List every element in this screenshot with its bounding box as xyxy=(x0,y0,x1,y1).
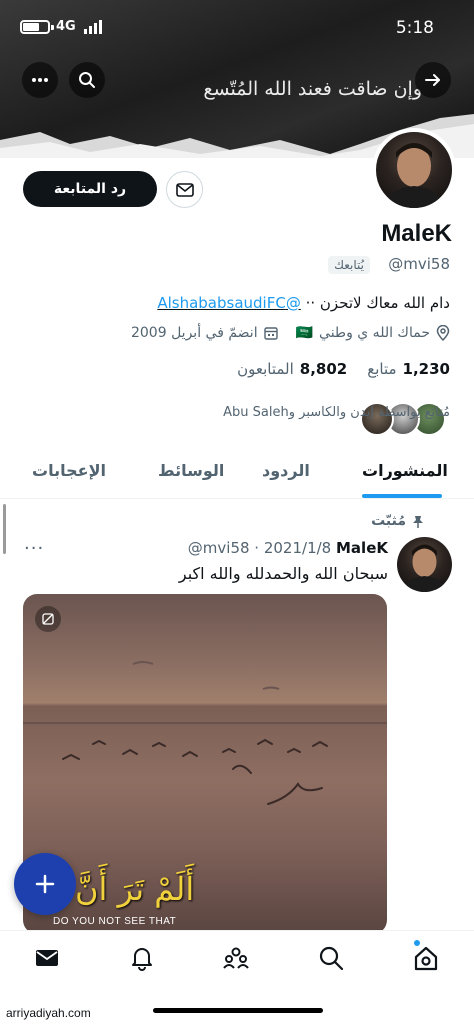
arrow-right-icon xyxy=(425,74,440,86)
follow-counts: 1,230 متابع 8,802 المتابعون xyxy=(237,360,450,378)
communities-nav-icon[interactable] xyxy=(222,944,250,972)
profile-avatar[interactable] xyxy=(372,128,456,212)
follow-back-button[interactable]: رد المتابعة xyxy=(23,171,157,207)
location-pin-icon xyxy=(436,325,450,341)
media-toggle-icon[interactable] xyxy=(35,606,61,632)
more-horizontal-icon xyxy=(32,78,48,82)
following-label[interactable]: متابع xyxy=(367,360,396,378)
back-button[interactable] xyxy=(415,62,451,98)
followers-label[interactable]: المتابعون xyxy=(237,360,294,378)
post-author-avatar[interactable] xyxy=(397,537,452,592)
post-avatar-portrait xyxy=(402,544,447,592)
display-name: MaleK xyxy=(381,220,452,247)
post-author-name[interactable]: MaleK xyxy=(336,539,388,557)
network-indicator: 4G xyxy=(56,19,76,34)
pinned-label: مُثبّت xyxy=(371,513,406,529)
pin-icon xyxy=(413,516,423,528)
status-time: 5:18 xyxy=(395,18,434,38)
post-more-button[interactable]: ··· xyxy=(24,538,44,559)
post-header: @mvi58 · 2021/1/8 MaleK xyxy=(188,539,388,557)
home-nav-icon[interactable] xyxy=(412,944,440,972)
scroll-indicator[interactable] xyxy=(3,504,6,554)
tab-replies[interactable]: الردود xyxy=(262,461,310,480)
messages-nav-icon[interactable] xyxy=(33,944,61,972)
tab-media[interactable]: الوسائط xyxy=(158,461,224,480)
volume-off-icon xyxy=(42,613,54,625)
avatar-portrait xyxy=(384,143,444,208)
bio-mention-link[interactable]: @AlshababsaudiFC xyxy=(157,294,300,312)
profile-meta: حماك الله ي وطني 🇸🇦 انضمّ في أبريل 2009 xyxy=(131,325,450,341)
tabs-divider xyxy=(0,498,474,499)
following-count[interactable]: 1,230 xyxy=(403,360,450,378)
post-text: سبحان الله والحمدلله والله اكبر xyxy=(178,564,388,583)
watermark: arriyadiyah.com xyxy=(6,1006,91,1020)
location-text: حماك الله ي وطني xyxy=(319,325,430,341)
search-nav-icon[interactable] xyxy=(317,944,345,972)
profile-handle: @mvi58 xyxy=(388,255,450,273)
followed-by-text[interactable]: مُتابَع بواسطة إيدن والكاسبر وAbu Saleh xyxy=(223,405,450,420)
location-flag: 🇸🇦 xyxy=(295,325,314,341)
media-subtitle: DO YOU NOT SEE THAT xyxy=(53,916,177,927)
message-button[interactable] xyxy=(166,171,203,208)
calendar-icon xyxy=(263,327,278,340)
post-handle-date: @mvi58 · 2021/1/8 xyxy=(187,539,332,557)
battery-tip xyxy=(51,25,54,30)
battery-icon xyxy=(20,20,50,34)
post-media[interactable]: أَلَمْ تَرَ أَنَّ DO YOU NOT SEE THAT xyxy=(23,594,387,934)
envelope-icon xyxy=(175,182,194,197)
tab-likes[interactable]: الإعجابات xyxy=(32,461,106,480)
home-indicator xyxy=(153,1008,323,1013)
media-caption: أَلَمْ تَرَ أَنَّ xyxy=(75,870,195,908)
plus-icon xyxy=(35,874,55,894)
profile-bio: دام الله معاك لاتحزن ·· @AlshababsaudiFC xyxy=(157,294,450,312)
tab-posts[interactable]: المنشورات xyxy=(362,461,448,480)
search-button[interactable] xyxy=(69,62,105,98)
bio-text: دام الله معاك لاتحزن ·· xyxy=(305,294,450,312)
followers-count[interactable]: 8,802 xyxy=(300,360,347,378)
more-options-button[interactable] xyxy=(22,62,58,98)
search-icon xyxy=(79,72,95,88)
compose-fab[interactable] xyxy=(14,853,76,915)
follows-you-badge: يُتابعك xyxy=(328,256,370,274)
signal-icon xyxy=(84,20,102,34)
notifications-nav-icon[interactable] xyxy=(128,944,156,972)
joined-date: انضمّ في أبريل 2009 xyxy=(130,325,258,341)
banner-text: وإن ضاقت فعند الله المُتّسع xyxy=(203,78,422,100)
